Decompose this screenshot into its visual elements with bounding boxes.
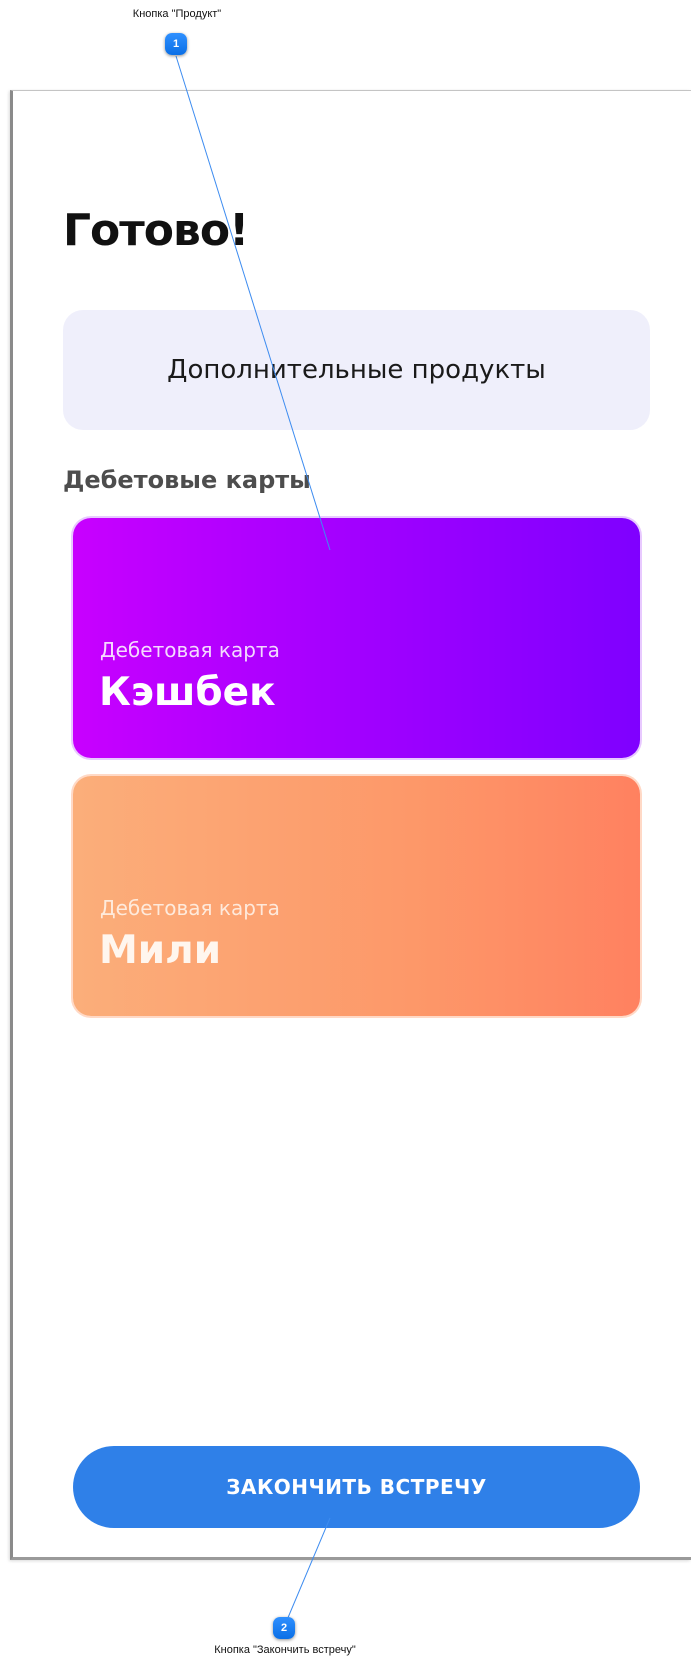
product-card-cashback[interactable]: Дебетовая карта Кэшбек xyxy=(73,518,640,758)
callout-marker-1: 1 xyxy=(165,33,187,55)
product-card-miles[interactable]: Дебетовая карта Мили xyxy=(73,776,640,1016)
callout-label-finish-meeting: Кнопка "Закончить встречу" xyxy=(214,1644,356,1656)
extra-products-label: Дополнительные продукты xyxy=(167,355,546,385)
callout-label-product: Кнопка "Продукт" xyxy=(132,8,222,20)
card-name: Мили xyxy=(99,928,222,973)
card-name: Кэшбек xyxy=(99,670,276,715)
card-kind-label: Дебетовая карта xyxy=(100,896,280,920)
finish-meeting-button[interactable]: ЗАКОНЧИТЬ ВСТРЕЧУ xyxy=(73,1446,640,1528)
section-heading-debit-cards: Дебетовые карты xyxy=(63,466,311,494)
callout-marker-2: 2 xyxy=(273,1617,295,1639)
extra-products-button[interactable]: Дополнительные продукты xyxy=(63,310,650,430)
page-title: Готово! xyxy=(63,205,249,256)
card-kind-label: Дебетовая карта xyxy=(100,638,280,662)
